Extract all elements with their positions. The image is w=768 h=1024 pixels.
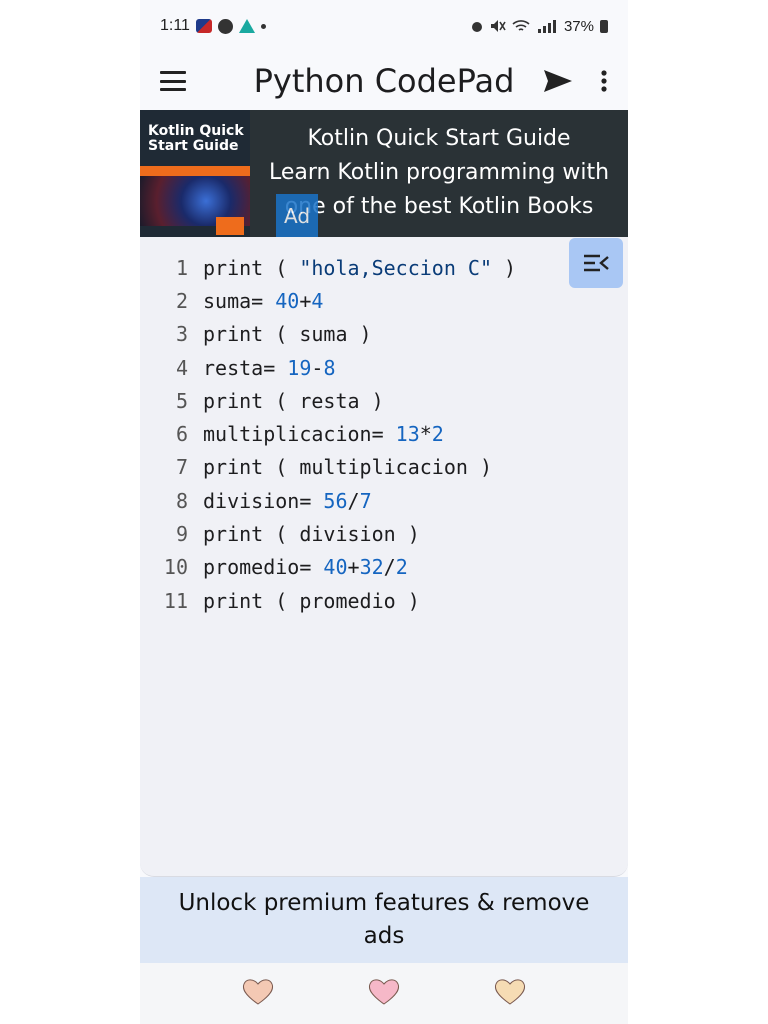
code-token: 7 <box>359 488 372 513</box>
line-number: 8 <box>175 488 188 513</box>
code-token: resta= <box>203 355 288 380</box>
mute-icon <box>490 20 506 32</box>
code-token: print ( multiplicacion ) <box>203 455 492 480</box>
code-token: print ( promedio ) <box>203 588 420 613</box>
notification-flag-icon <box>195 19 212 33</box>
ad-banner[interactable]: Kotlin Quick Start Guide Kotlin Quick St… <box>140 110 628 237</box>
publisher-logo <box>216 217 244 235</box>
code-token: print ( suma ) <box>203 322 372 347</box>
hamburger-menu-icon[interactable] <box>160 71 186 91</box>
code-token: 32 <box>359 555 384 580</box>
heart-icon[interactable] <box>367 978 401 1010</box>
code-token: 8 <box>323 355 336 380</box>
code-token: ) <box>491 255 517 280</box>
code-token: / <box>383 555 396 580</box>
code-token: print ( <box>203 255 300 280</box>
more-vert-icon[interactable] <box>600 69 608 93</box>
code-token: 2 <box>431 422 444 447</box>
code-token: 56 <box>323 488 348 513</box>
ad-line-1: Kotlin Quick Start Guide <box>307 126 571 151</box>
battery-icon <box>600 19 608 33</box>
code-line[interactable]: 2 suma= 40 +4 <box>156 284 516 317</box>
line-number: 7 <box>175 455 188 480</box>
line-number: 1 <box>175 255 188 280</box>
phone-screen: 1:11 37% Python CodePad Kotlin Quick Sta… <box>140 0 628 1024</box>
ad-line-2: Learn Kotlin programming with <box>268 160 610 185</box>
code-line[interactable]: 11 print ( promedio ) <box>156 584 516 617</box>
line-number: 2 <box>175 288 188 313</box>
code-token: promedio= <box>203 555 324 580</box>
ad-book-title: Kotlin Quick Start Guide <box>148 123 244 154</box>
code-token: 2 <box>395 555 408 580</box>
unlock-premium-button[interactable]: Unlock premium features & remove ads <box>140 877 628 963</box>
line-number: 4 <box>175 355 188 380</box>
heart-icon[interactable] <box>241 978 275 1010</box>
code-token: + <box>299 288 312 313</box>
code-editor[interactable]: 1 print ( "hola,Seccion C" ) 2 suma= 40 +4 3 p… <box>140 237 628 877</box>
heart-icon[interactable] <box>493 978 527 1010</box>
code-token: * <box>419 422 432 447</box>
code-token: division= <box>203 488 324 513</box>
code-line[interactable]: 5 print ( resta ) <box>156 384 516 417</box>
code-line[interactable]: 10 promedio= 40 +32/2 <box>156 551 516 584</box>
line-number: 6 <box>175 422 188 447</box>
collapse-toolbar-button[interactable] <box>569 238 623 288</box>
line-number: 5 <box>175 388 188 413</box>
code-token: 19 <box>287 355 312 380</box>
code-token: suma= <box>203 288 276 313</box>
menu-open-icon <box>584 254 609 272</box>
code-token: 4 <box>311 288 324 313</box>
app-bar: Python CodePad <box>140 52 628 110</box>
ad-book-cover: Kotlin Quick Start Guide <box>140 110 250 237</box>
line-number: 9 <box>175 522 188 547</box>
code-token: 40 <box>275 288 300 313</box>
code-line[interactable]: 9 print ( division ) <box>156 517 516 550</box>
code-token: / <box>347 488 360 513</box>
code-lines: 1 print ( "hola,Seccion C" ) 2 suma= 40 +4 3 p… <box>156 251 516 617</box>
battery-percent: 37% <box>563 17 594 35</box>
line-number: 3 <box>175 322 188 347</box>
code-line[interactable]: 3 print ( suma ) <box>156 318 516 351</box>
status-bar: 1:11 37% <box>140 0 628 52</box>
code-token: multiplicacion= <box>203 422 396 447</box>
code-token: "hola,Seccion C" <box>299 255 492 280</box>
code-token: 40 <box>323 555 348 580</box>
code-token: - <box>311 355 324 380</box>
code-line[interactable]: 6 multiplicacion= 13 * 2 <box>156 417 516 450</box>
send-icon[interactable] <box>542 68 574 94</box>
code-line[interactable]: 8 division= 56/7 <box>156 484 516 517</box>
code-token: 13 <box>395 422 420 447</box>
more-notifications-icon <box>260 23 266 29</box>
alarm-icon <box>471 22 482 32</box>
line-number: 11 <box>163 588 188 613</box>
ad-label-badge: Ad <box>276 194 318 238</box>
bottom-nav <box>140 963 628 1024</box>
code-line[interactable]: 4 resta= 19-8 <box>156 351 516 384</box>
signal-icon <box>537 20 556 33</box>
line-number: 10 <box>163 555 188 580</box>
app-notification-icon <box>238 19 255 33</box>
code-line[interactable]: 7 print ( multiplicacion ) <box>156 451 516 484</box>
wifi-icon <box>512 20 530 31</box>
chat-notification-icon <box>217 18 233 34</box>
code-token: print ( division ) <box>203 522 420 547</box>
code-token: print ( resta ) <box>203 388 384 413</box>
code-line[interactable]: 1 print ( "hola,Seccion C" ) <box>156 251 516 284</box>
status-time: 1:11 <box>160 17 190 34</box>
code-token: + <box>347 555 360 580</box>
